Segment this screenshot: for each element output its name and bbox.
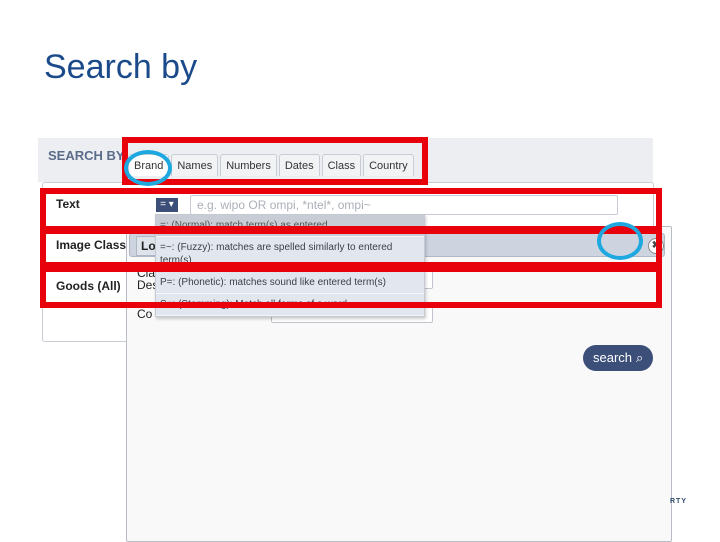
code-label: Co bbox=[137, 307, 153, 321]
search-button[interactable]: search ⌕ bbox=[583, 345, 654, 371]
annotation-blue-circle-header bbox=[597, 222, 643, 260]
slide-title: Search by bbox=[44, 48, 198, 86]
search-icon: ⌕ bbox=[636, 350, 644, 365]
search-button-label: search bbox=[593, 350, 633, 365]
annotation-red-box-goods bbox=[40, 266, 662, 308]
footer-logo-fragment: RTY bbox=[670, 498, 687, 505]
annotation-red-box-image-class bbox=[40, 228, 662, 268]
annotation-blue-circle-brand bbox=[124, 150, 172, 186]
annotation-red-box-text bbox=[40, 188, 662, 232]
search-by-label: SEARCH BY bbox=[48, 148, 125, 163]
